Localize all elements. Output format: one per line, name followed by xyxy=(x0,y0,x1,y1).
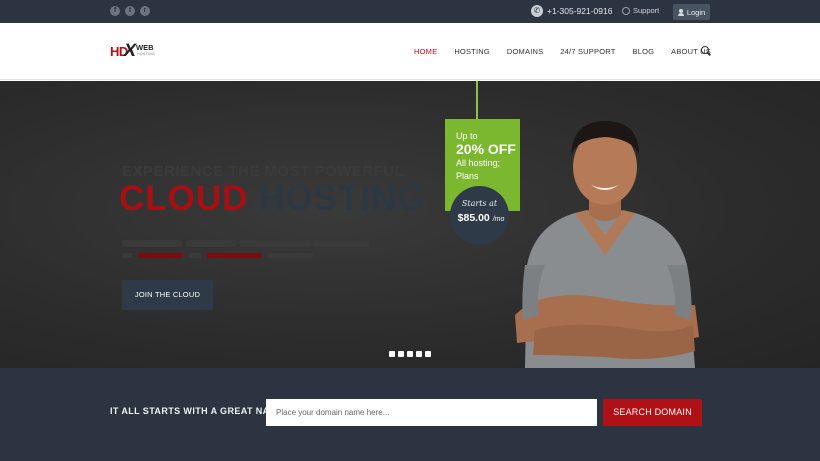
search-icon[interactable] xyxy=(701,46,711,56)
slider-dot[interactable] xyxy=(407,351,413,357)
nav-home[interactable]: HOME xyxy=(414,47,437,56)
login-button[interactable]: Login xyxy=(673,4,710,20)
search-domain-button[interactable]: SEARCH DOMAIN xyxy=(603,399,702,426)
hero-description-line2 xyxy=(122,251,313,259)
top-bar: f t r ✆ +1-305-921-0916 Support Login xyxy=(0,0,820,23)
social-links: f t r xyxy=(110,6,150,16)
slider-dot[interactable] xyxy=(398,351,404,357)
tag-line4: Plans xyxy=(456,171,479,181)
support-link[interactable]: Support xyxy=(622,6,659,15)
phone-icon: ✆ xyxy=(531,5,543,17)
nav-support[interactable]: 24/7 SUPPORT xyxy=(560,47,615,56)
user-icon xyxy=(677,8,684,16)
nav-blog[interactable]: BLOG xyxy=(633,47,655,56)
phone-contact[interactable]: ✆ +1-305-921-0916 xyxy=(531,5,612,17)
hero-kicker: EXPERIENCE THE MOST POWERFUL xyxy=(122,163,405,180)
main-nav: HOME HOSTING DOMAINS 24/7 SUPPORT BLOG A… xyxy=(414,47,728,56)
login-label: Login xyxy=(686,7,706,17)
price-period: /mo xyxy=(492,216,505,223)
price-amount: $85.00 /mo xyxy=(455,212,507,224)
tag-line3: All hosting; xyxy=(456,158,501,168)
site-logo[interactable]: HD X WEB HOSTING xyxy=(110,40,160,62)
price-value: $85.00 xyxy=(457,212,490,224)
tag-string xyxy=(476,81,478,119)
tag-line1: Up to xyxy=(456,131,478,141)
hero-title: CLOUD HOSTING xyxy=(119,179,426,219)
hero-slider: EXPERIENCE THE MOST POWERFUL CLOUD HOSTI… xyxy=(0,81,820,368)
hero-description xyxy=(122,234,392,247)
price-starts-at: Starts at xyxy=(461,199,498,208)
hero-person-image xyxy=(515,121,699,368)
phone-number: +1-305-921-0916 xyxy=(547,6,613,16)
support-label: Support xyxy=(633,6,660,15)
lifebuoy-icon xyxy=(622,6,630,15)
domain-search-label: IT ALL STARTS WITH A GREAT NAME: xyxy=(110,406,288,416)
join-cloud-button[interactable]: JOIN THE CLOUD xyxy=(122,280,213,310)
slider-dot[interactable] xyxy=(425,351,431,357)
slider-dots xyxy=(389,351,431,357)
domain-search-input[interactable] xyxy=(266,399,597,426)
slider-dot[interactable] xyxy=(416,351,422,357)
logo-hosting: HOSTING xyxy=(137,52,156,56)
twitter-icon[interactable]: t xyxy=(125,6,135,16)
rss-icon[interactable]: r xyxy=(140,6,150,16)
slider-dot[interactable] xyxy=(389,351,395,357)
facebook-icon[interactable]: f xyxy=(110,6,120,16)
hero-title-cloud: CLOUD xyxy=(119,179,249,218)
nav-domains[interactable]: DOMAINS xyxy=(507,47,543,56)
logo-web: WEB xyxy=(136,43,154,52)
price-badge: Starts at $85.00 /mo xyxy=(450,186,509,245)
nav-hosting[interactable]: HOSTING xyxy=(454,47,490,56)
main-header: HD X WEB HOSTING HOME HOSTING DOMAINS 24… xyxy=(0,23,820,80)
hero-title-hosting: HOSTING xyxy=(259,179,426,218)
